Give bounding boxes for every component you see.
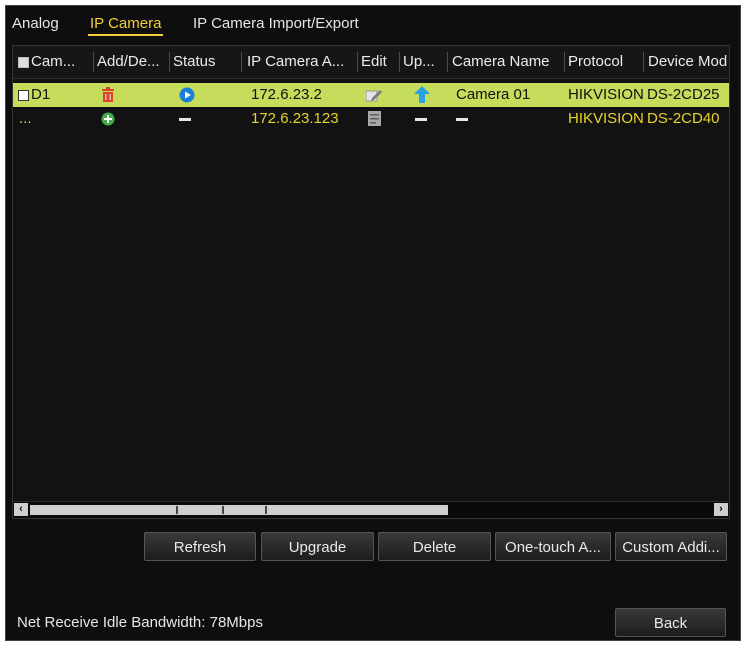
cell-device-model: DS-2CD25	[647, 86, 720, 103]
scrollbar-thumb[interactable]	[30, 505, 448, 515]
table-row[interactable]: ... 172.6.23.123 HIKVISION DS-2CD40	[13, 107, 729, 131]
column-header-camera-name[interactable]: Camera Name	[452, 46, 564, 78]
column-header-device-model[interactable]: Device Mod	[648, 46, 729, 78]
back-button[interactable]: Back	[615, 608, 726, 637]
cell-camera-name: Camera 01	[456, 86, 531, 103]
ip-camera-management-window: Analog IP Camera IP Camera Import/Export…	[5, 5, 741, 641]
column-header-status[interactable]: Status	[173, 46, 241, 78]
row-checkbox[interactable]	[18, 90, 29, 101]
select-all-checkbox[interactable]	[18, 57, 29, 68]
horizontal-scrollbar[interactable]: ‹ ›	[13, 501, 729, 518]
upgrade-button[interactable]: Upgrade	[261, 532, 374, 561]
bandwidth-status: Net Receive Idle Bandwidth: 78Mbps	[17, 614, 263, 631]
add-icon[interactable]	[101, 112, 115, 126]
one-touch-adding-button[interactable]: One-touch A...	[495, 532, 611, 561]
cell-protocol: HIKVISION	[568, 110, 644, 127]
scrollbar-tick	[176, 506, 178, 514]
column-divider	[643, 52, 644, 72]
column-divider	[241, 52, 242, 72]
play-status-icon	[179, 87, 195, 103]
table-header: Cam... Add/De... Status IP Camera A... E…	[13, 46, 729, 79]
column-header-edit[interactable]: Edit	[361, 46, 399, 78]
custom-adding-button[interactable]: Custom Addi...	[615, 532, 727, 561]
column-header-camera[interactable]: Cam...	[31, 46, 93, 78]
column-divider	[564, 52, 565, 72]
camera-name-dash-icon	[456, 118, 468, 121]
status-dash-icon	[179, 118, 191, 121]
cell-camera: ...	[19, 110, 32, 127]
column-divider	[357, 52, 358, 72]
tab-ip-camera[interactable]: IP Camera	[87, 15, 164, 36]
cell-camera: D1	[31, 86, 51, 103]
column-divider	[447, 52, 448, 72]
column-divider	[169, 52, 170, 72]
scroll-left-icon[interactable]: ‹	[14, 503, 28, 516]
delete-icon[interactable]	[101, 87, 115, 103]
column-header-protocol[interactable]: Protocol	[568, 46, 642, 78]
column-header-upgrade[interactable]: Up...	[403, 46, 447, 78]
table-row[interactable]: D1 172.6.23.2 Camera 01 HIKVISION DS-2CD…	[13, 83, 729, 107]
cell-device-model: DS-2CD40	[647, 110, 720, 127]
column-divider	[93, 52, 94, 72]
tab-bar: Analog IP Camera IP Camera Import/Export	[6, 6, 740, 40]
delete-button[interactable]: Delete	[378, 532, 491, 561]
scroll-right-icon[interactable]: ›	[714, 503, 728, 516]
edit-pencil-icon[interactable]	[366, 87, 383, 103]
tab-analog[interactable]: Analog	[12, 15, 59, 32]
tab-ip-camera-import-export[interactable]: IP Camera Import/Export	[193, 15, 359, 32]
scrollbar-tick	[265, 506, 267, 514]
refresh-button[interactable]: Refresh	[144, 532, 256, 561]
cell-protocol: HIKVISION	[568, 86, 644, 103]
edit-disabled-icon[interactable]	[368, 111, 381, 126]
camera-table: Cam... Add/De... Status IP Camera A... E…	[12, 45, 730, 519]
upgrade-arrow-icon[interactable]	[414, 86, 430, 104]
cell-ip-address: 172.6.23.2	[251, 86, 322, 103]
upgrade-dash-icon	[415, 118, 427, 121]
column-divider	[399, 52, 400, 72]
column-header-ip-address[interactable]: IP Camera A...	[247, 46, 357, 78]
column-header-add-delete[interactable]: Add/De...	[97, 46, 169, 78]
scrollbar-tick	[222, 506, 224, 514]
cell-ip-address: 172.6.23.123	[251, 110, 339, 127]
